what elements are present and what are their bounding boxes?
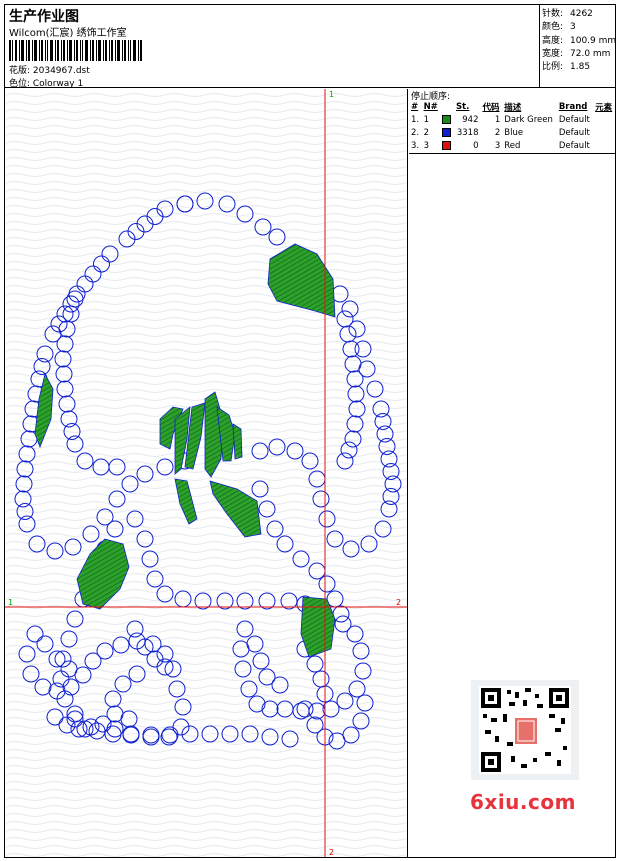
table-row: 3. 3 0 3 Red Default (411, 140, 590, 151)
col-swatch (440, 101, 453, 113)
stat-colors: 颜色: 3 (542, 22, 576, 32)
table-row: 2. 2 3318 2 Blue Default (411, 127, 590, 138)
stat-height: 高度: 100.9 mm (542, 36, 617, 46)
col-code: 代码 (482, 103, 500, 113)
color-swatch (442, 127, 452, 137)
color-swatch (442, 114, 452, 124)
col-index: # (411, 102, 419, 112)
panel-divider (409, 153, 615, 154)
company-name: Wilcom(汇宸) 绣饰工作室 (9, 28, 127, 39)
stats-panel: 针数: 4262 颜色: 3 高度: 100.9 mm 宽度: 72.0 mm 比例: 1… (540, 4, 616, 88)
col-stitches: St. (455, 102, 470, 112)
header-panel: 生产作业图 Wilcom(汇宸) 绣饰工作室 花版: 2034967.dst 色… (4, 4, 540, 89)
axis-right-label: 2 (396, 598, 402, 607)
watermark-text: 6xiu.com (470, 790, 576, 814)
table-row: 1. 1 942 1 Dark Green Default (411, 114, 590, 125)
stop-sequence-table: # N# St. 代码 描述 Brand 元素 1. 1 942 1 Dark … (409, 101, 615, 152)
axis-bottom-label: 2 (329, 848, 335, 857)
col-needle: N# (423, 102, 438, 112)
col-description: 描述 (504, 103, 522, 113)
col-brand: Brand (558, 102, 588, 112)
design-canvas (5, 89, 408, 857)
col-element: 元素 (595, 103, 613, 113)
color-swatch (442, 140, 452, 150)
green-fill-right-paw (300, 596, 336, 658)
axis-left-label: 1 (8, 598, 14, 607)
embroidery-preview (5, 89, 407, 857)
green-fill-sprout-6 (232, 423, 243, 460)
colorway-label: 色位: Colorway 1 (9, 79, 84, 89)
stat-scale: 比例: 1.85 (542, 62, 591, 72)
design-file-label: 花版: 2034967.dst (9, 66, 90, 76)
page-title: 生产作业图 (9, 9, 79, 25)
qr-code-icon (471, 680, 579, 780)
table-header-row: # N# St. 代码 描述 Brand 元素 (409, 101, 615, 113)
axis-top-label: 1 (329, 90, 335, 99)
barcode-icon (9, 40, 142, 61)
stat-stitches: 针数: 4262 (542, 9, 593, 19)
stat-width: 宽度: 72.0 mm (542, 49, 611, 59)
